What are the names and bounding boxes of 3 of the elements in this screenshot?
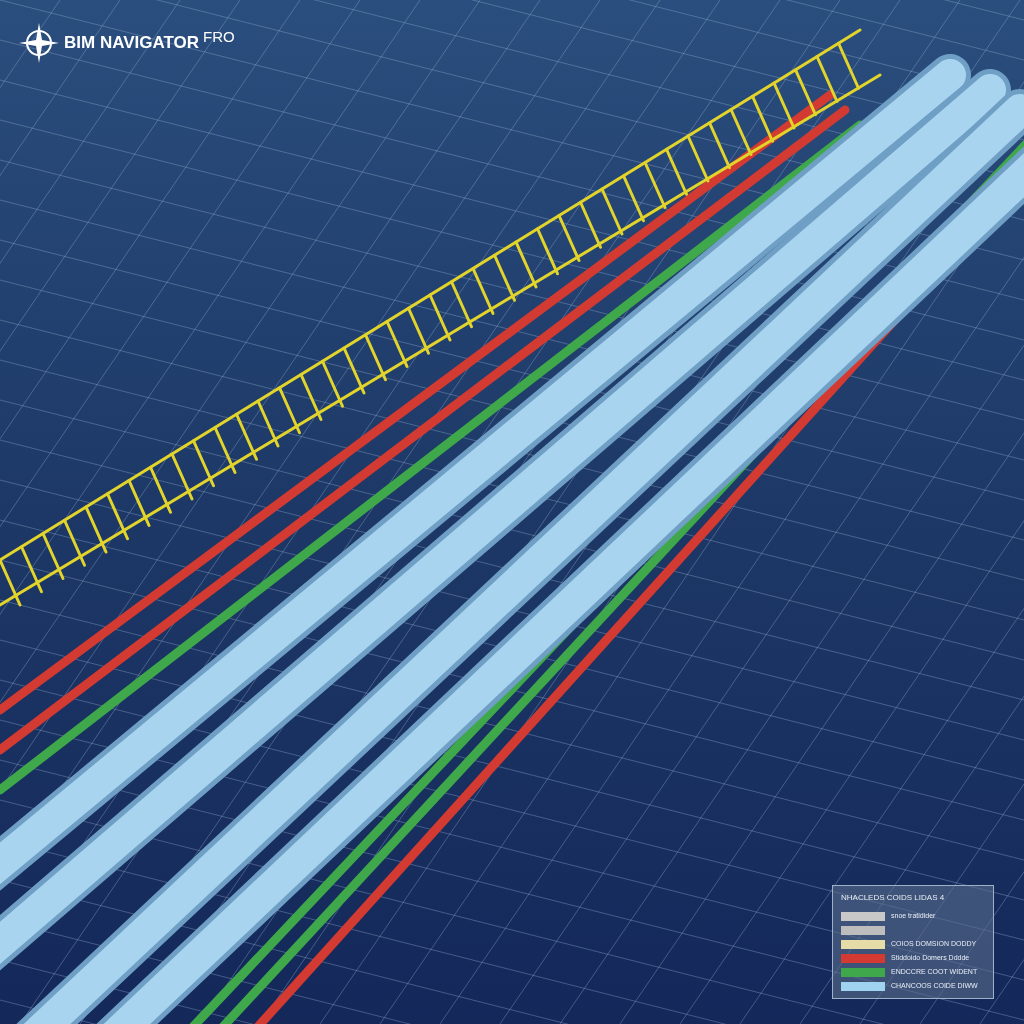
app-name: BIM NAVIGATOR [64, 32, 200, 55]
legend-title: NHACLEDS COIDS LIDAS 4 [841, 892, 946, 904]
edition-label: FRO [203, 27, 235, 47]
